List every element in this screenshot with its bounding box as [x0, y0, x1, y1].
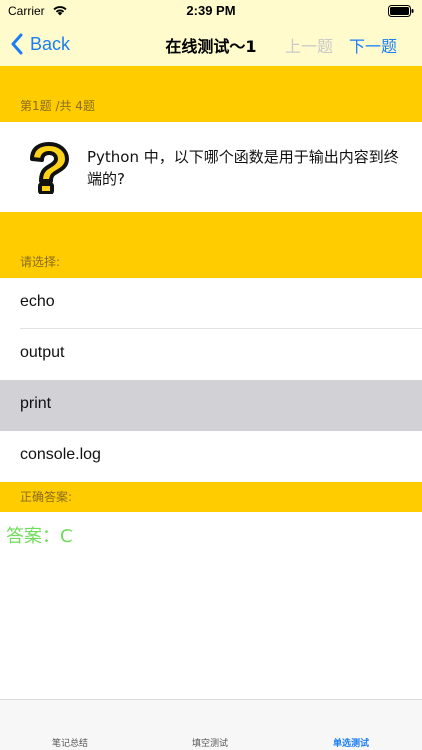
- option-item[interactable]: echo: [0, 278, 422, 329]
- option-label: echo: [20, 293, 55, 310]
- question-text: Python 中，以下哪个函数是用于输出内容到终端的?: [87, 148, 399, 188]
- choose-header: 请选择:: [0, 212, 422, 278]
- option-item-selected[interactable]: print: [0, 380, 422, 431]
- tab-notes-summary[interactable]: 笔记总结: [20, 736, 120, 749]
- option-item[interactable]: console.log: [0, 431, 422, 482]
- chevron-left-icon: [11, 33, 23, 55]
- tab-bar: 笔记总结 填空测试 单选测试: [0, 699, 422, 750]
- option-item[interactable]: output: [0, 329, 422, 380]
- choose-label: 请选择:: [20, 255, 61, 269]
- question-mark-icon: [30, 142, 69, 194]
- option-label: output: [20, 344, 65, 361]
- question-row: Python 中，以下哪个函数是用于输出内容到终端的?: [0, 122, 422, 212]
- correct-answer-label: 正确答案:: [20, 490, 73, 504]
- answer-header: 正确答案:: [0, 482, 422, 512]
- tab-single-choice-test[interactable]: 单选测试: [301, 736, 401, 749]
- question-progress: 第1题 /共 4题: [20, 99, 95, 113]
- option-label: print: [20, 395, 52, 412]
- next-question-button[interactable]: 下一题: [349, 33, 397, 57]
- back-label: Back: [30, 33, 71, 54]
- tab-fill-blank-test[interactable]: 填空测试: [160, 736, 260, 749]
- clock: 2:39 PM: [186, 3, 236, 18]
- option-label: console.log: [20, 446, 101, 463]
- battery-icon: [388, 5, 414, 17]
- status-bar: Carrier 2:39 PM: [0, 0, 422, 22]
- previous-question-button[interactable]: 上一题: [285, 33, 333, 57]
- navigation-bar: Back 在线测试～1 上一题 下一题: [0, 22, 422, 66]
- progress-header: 第1题 /共 4题: [0, 66, 422, 122]
- back-button[interactable]: Back: [10, 32, 70, 56]
- answer-text: 答案：C: [6, 526, 73, 547]
